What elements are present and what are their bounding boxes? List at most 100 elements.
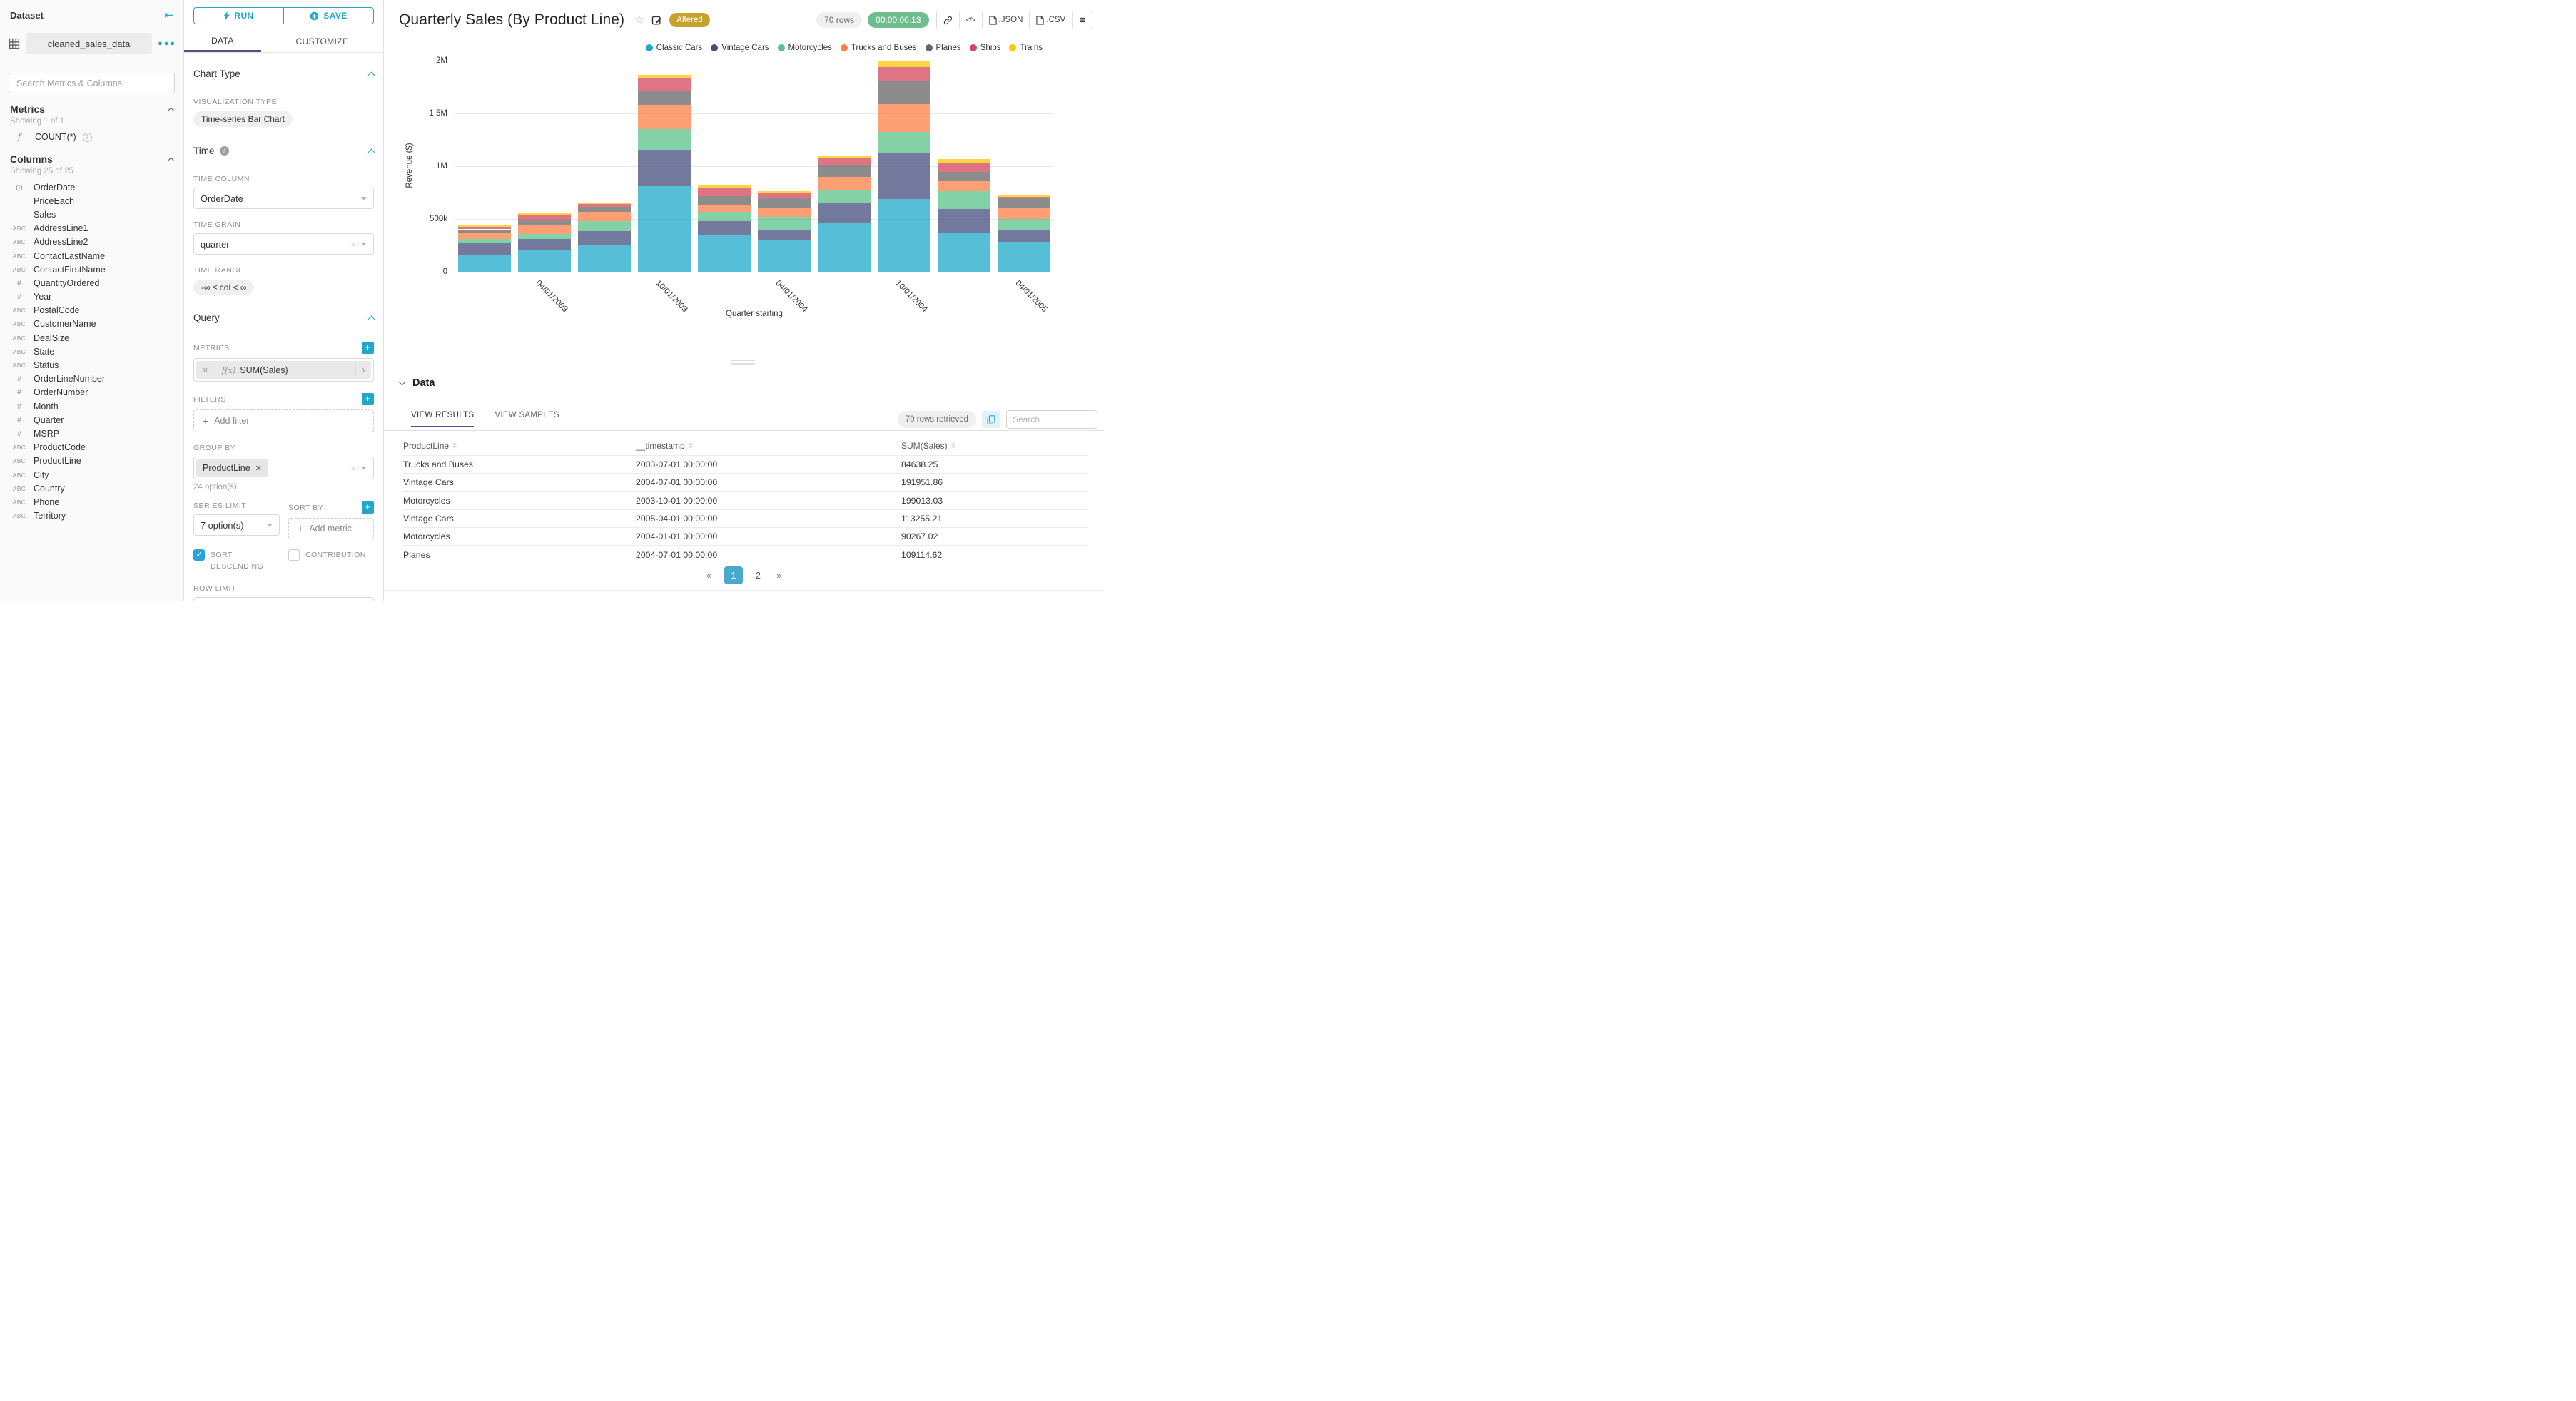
sort-descending-checkbox[interactable]: ✓ [193, 549, 205, 561]
column-item[interactable]: ABC AddressLine2 [0, 235, 183, 249]
add-filter-button[interactable]: + [362, 393, 374, 405]
chevron-up-icon[interactable] [167, 107, 175, 114]
series-limit-select[interactable]: 7 option(s) [193, 514, 280, 536]
column-item[interactable]: ABC Territory [0, 509, 183, 523]
bar-segment [458, 238, 511, 243]
contribution-checkbox[interactable] [288, 549, 300, 561]
column-item[interactable]: # OrderLineNumber [0, 372, 183, 386]
bar-segment [458, 243, 511, 255]
visualization-type-value[interactable]: Time-series Bar Chart [193, 111, 293, 127]
query-section-header[interactable]: Query [193, 312, 375, 330]
export-csv-button[interactable]: .CSV [1029, 11, 1073, 29]
column-item[interactable]: ABC ContactLastName [0, 249, 183, 263]
copy-link-button[interactable] [936, 11, 959, 29]
column-item[interactable]: ABC ContactFirstName [0, 263, 183, 276]
copy-data-button[interactable] [982, 411, 1000, 428]
group-by-select[interactable]: ProductLine ✕ × [193, 457, 374, 479]
tab-view-results[interactable]: VIEW RESULTS [411, 411, 475, 427]
remove-chip-icon[interactable]: ✕ [255, 464, 262, 473]
chart-type-section-header[interactable]: Chart Type [193, 68, 375, 86]
column-item[interactable]: ABC State [0, 345, 183, 358]
legend-item[interactable]: Vintage Cars [711, 44, 769, 52]
clear-icon[interactable]: × [350, 239, 356, 250]
sort-icon [452, 442, 457, 449]
table-column-header[interactable]: __timestamp [636, 441, 901, 451]
column-item[interactable]: Sales [0, 208, 183, 221]
embed-code-button[interactable]: </> [958, 11, 982, 29]
column-item[interactable]: ABC ProductCode [0, 441, 183, 454]
time-grain-select[interactable]: quarter × [193, 233, 374, 255]
favorite-star-icon[interactable]: ☆ [634, 13, 644, 27]
time-section-header[interactable]: Time i [193, 146, 375, 163]
tab-data[interactable]: DATA [184, 31, 261, 52]
legend-item[interactable]: Planes [925, 44, 961, 52]
column-item[interactable]: # QuantityOrdered [0, 276, 183, 290]
table-column-header[interactable]: SUM(Sales) [901, 441, 1088, 451]
column-item[interactable]: # Year [0, 290, 183, 304]
run-button[interactable]: RUN [194, 8, 283, 24]
column-item[interactable]: ABC City [0, 468, 183, 482]
expand-metric-icon[interactable]: › [355, 364, 371, 376]
dataset-options-menu[interactable]: ●●● [158, 39, 176, 48]
time-column-select[interactable]: OrderDate [193, 188, 374, 209]
clear-icon[interactable]: × [350, 463, 356, 474]
pagination-next[interactable]: » [774, 570, 784, 581]
save-button[interactable]: SAVE [283, 8, 373, 24]
time-range-value[interactable]: -∞ ≤ col < ∞ [193, 280, 255, 295]
table-column-header[interactable]: ProductLine [403, 441, 636, 451]
data-section-header[interactable]: Data [398, 377, 435, 389]
column-item[interactable]: ABC AddressLine1 [0, 222, 183, 235]
legend-item[interactable]: Motorcycles [777, 44, 832, 52]
export-json-button[interactable]: .JSON [981, 11, 1030, 29]
metric-chip[interactable]: × f(x) SUM(Sales) › [196, 361, 371, 379]
column-item[interactable]: ABC CustomerName [0, 317, 183, 331]
column-item[interactable]: ABC Phone [0, 495, 183, 509]
pagination-page[interactable]: 2 [753, 571, 764, 581]
sort-by-dropzone[interactable]: + Add metric [288, 518, 374, 539]
filters-label: FILTERS [193, 394, 226, 404]
chevron-up-icon[interactable] [167, 157, 175, 164]
column-item[interactable]: ABC DealSize [0, 331, 183, 345]
column-item[interactable]: # OrderNumber [0, 386, 183, 399]
column-item[interactable]: # Quarter [0, 413, 183, 427]
column-item[interactable]: # Month [0, 399, 183, 413]
column-item[interactable]: ABC PostalCode [0, 304, 183, 317]
panel-resize-handle[interactable] [731, 360, 755, 367]
group-by-chip[interactable]: ProductLine ✕ [196, 459, 268, 477]
search-metrics-columns-input[interactable] [9, 73, 175, 93]
abc-type-icon: ABC [12, 252, 26, 260]
dataset-name[interactable]: cleaned_sales_data [26, 33, 153, 54]
add-metric-button[interactable]: + [362, 342, 374, 354]
column-item[interactable]: # MSRP [0, 427, 183, 440]
remove-metric-icon[interactable]: × [196, 365, 215, 375]
legend-dot-icon [840, 44, 848, 51]
collapse-panel-icon[interactable]: ⇤ [164, 9, 173, 21]
x-axis-tick-label: 04/01/2003 [534, 279, 569, 315]
column-item[interactable]: ABC Country [0, 482, 183, 495]
column-item[interactable]: PriceEach [0, 194, 183, 208]
column-label: PriceEach [34, 195, 74, 206]
legend-item[interactable]: Trains [1009, 44, 1043, 52]
pagination-prev[interactable]: « [704, 570, 714, 581]
tab-customize[interactable]: CUSTOMIZE [261, 31, 383, 52]
legend-item[interactable]: Classic Cars [645, 44, 702, 52]
pagination-page[interactable]: 1 [724, 566, 744, 584]
metric-item-count[interactable]: f COUNT(*) ? [0, 126, 183, 142]
column-item[interactable]: ◷ OrderDate [0, 180, 183, 194]
row-limit-select[interactable]: 10000 × [193, 596, 374, 601]
bar-segment [698, 187, 751, 197]
legend-item[interactable]: Ships [969, 44, 1000, 52]
chart-menu-button[interactable]: ≡ [1072, 11, 1092, 29]
add-sort-metric-button[interactable]: + [362, 501, 374, 514]
table-column-label: __timestamp [636, 440, 685, 451]
column-item[interactable]: ABC ProductLine [0, 454, 183, 468]
results-search-input[interactable] [1006, 410, 1097, 429]
bar-segment [818, 155, 871, 158]
legend-item[interactable]: Trucks and Buses [840, 44, 917, 52]
bar-segment [758, 240, 811, 272]
edit-properties-icon[interactable] [651, 15, 662, 26]
altered-badge[interactable]: Altered [669, 13, 710, 27]
add-filter-dropzone[interactable]: + Add filter [193, 409, 374, 432]
column-item[interactable]: ABC Status [0, 358, 183, 372]
tab-view-samples[interactable]: VIEW SAMPLES [495, 411, 559, 427]
